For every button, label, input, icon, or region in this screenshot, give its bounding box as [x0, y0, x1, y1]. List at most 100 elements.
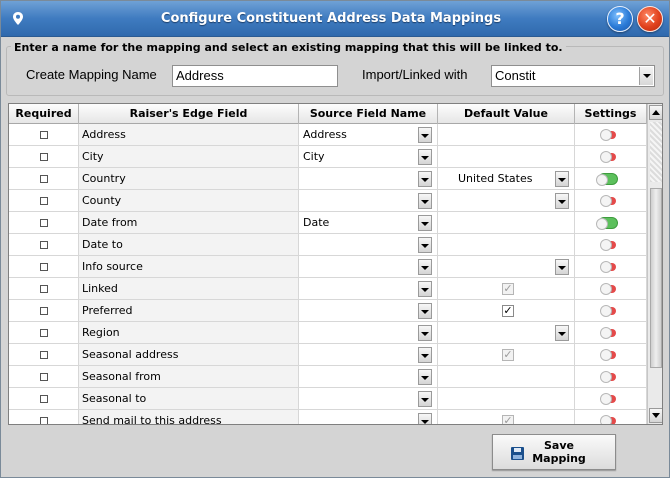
- settings-toggle-icon[interactable]: [600, 415, 616, 424]
- chevron-down-icon[interactable]: [555, 193, 569, 209]
- source-field-select[interactable]: [299, 366, 438, 388]
- required-checkbox[interactable]: [40, 351, 48, 359]
- close-icon[interactable]: ✕: [637, 6, 663, 32]
- source-field-select[interactable]: City: [299, 146, 438, 168]
- scroll-up-icon[interactable]: [649, 105, 662, 120]
- default-value-checkbox[interactable]: ✓: [502, 305, 514, 317]
- chevron-down-icon[interactable]: [418, 413, 432, 424]
- source-field-select[interactable]: [299, 234, 438, 256]
- source-field-select[interactable]: [299, 388, 438, 410]
- chevron-down-icon[interactable]: [555, 325, 569, 341]
- chevron-down-icon[interactable]: [418, 171, 432, 187]
- settings-toggle-icon[interactable]: [600, 349, 616, 361]
- required-checkbox[interactable]: [40, 175, 48, 183]
- settings-toggle-icon[interactable]: [600, 261, 616, 273]
- column-header-default[interactable]: Default Value: [438, 104, 575, 124]
- required-checkbox[interactable]: [40, 263, 48, 271]
- required-cell: [9, 168, 79, 190]
- source-field-select[interactable]: Address: [299, 124, 438, 146]
- settings-toggle-icon[interactable]: [600, 305, 616, 317]
- chevron-down-icon[interactable]: [639, 67, 653, 85]
- required-checkbox[interactable]: [40, 373, 48, 381]
- chevron-down-icon[interactable]: [418, 193, 432, 209]
- required-checkbox[interactable]: [40, 153, 48, 161]
- raisers-edge-field-cell: Region: [79, 322, 299, 344]
- required-checkbox[interactable]: [40, 197, 48, 205]
- default-value-cell[interactable]: ✓: [438, 278, 575, 300]
- required-checkbox[interactable]: [40, 285, 48, 293]
- source-field-value: City: [303, 150, 325, 163]
- column-header-required[interactable]: Required: [9, 104, 79, 124]
- chevron-down-icon[interactable]: [418, 281, 432, 297]
- source-field-select[interactable]: [299, 256, 438, 278]
- column-header-field[interactable]: Raiser's Edge Field: [79, 104, 299, 124]
- settings-toggle-icon[interactable]: [600, 239, 616, 251]
- default-value-cell[interactable]: ✓: [438, 344, 575, 366]
- settings-toggle-icon[interactable]: [600, 283, 616, 295]
- default-value-checkbox[interactable]: ✓: [502, 283, 514, 295]
- settings-toggle-icon[interactable]: [600, 129, 616, 141]
- required-checkbox[interactable]: [40, 417, 48, 424]
- settings-toggle-icon[interactable]: [600, 371, 616, 383]
- source-field-select[interactable]: [299, 344, 438, 366]
- source-field-select[interactable]: Date: [299, 212, 438, 234]
- chevron-down-icon[interactable]: [418, 237, 432, 253]
- source-field-select[interactable]: [299, 190, 438, 212]
- required-cell: [9, 300, 79, 322]
- settings-toggle-icon[interactable]: [596, 217, 618, 230]
- default-value-checkbox[interactable]: ✓: [502, 415, 514, 424]
- source-field-select[interactable]: [299, 410, 438, 424]
- column-header-settings[interactable]: Settings: [575, 104, 647, 124]
- chevron-down-icon[interactable]: [555, 171, 569, 187]
- chevron-down-icon[interactable]: [418, 303, 432, 319]
- default-value-cell[interactable]: [438, 256, 575, 278]
- settings-toggle-icon[interactable]: [600, 151, 616, 163]
- chevron-down-icon[interactable]: [418, 325, 432, 341]
- chevron-down-icon[interactable]: [555, 259, 569, 275]
- default-value-cell[interactable]: ✓: [438, 410, 575, 424]
- settings-toggle-icon[interactable]: [600, 195, 616, 207]
- field-mapping-grid: Required Raiser's Edge Field Source Fiel…: [8, 103, 663, 425]
- save-mapping-button[interactable]: Save Mapping: [492, 434, 616, 470]
- raisers-edge-field-cell: Send mail to this address: [79, 410, 299, 424]
- required-checkbox[interactable]: [40, 241, 48, 249]
- settings-toggle-icon[interactable]: [600, 327, 616, 339]
- required-checkbox[interactable]: [40, 395, 48, 403]
- create-mapping-name-input[interactable]: Address: [172, 65, 338, 87]
- chevron-down-icon[interactable]: [418, 259, 432, 275]
- source-field-select[interactable]: [299, 278, 438, 300]
- source-field-select[interactable]: [299, 168, 438, 190]
- default-value-cell: [438, 212, 575, 234]
- help-icon[interactable]: ?: [607, 6, 633, 32]
- vertical-scrollbar[interactable]: [647, 104, 662, 424]
- default-value-checkbox[interactable]: ✓: [502, 349, 514, 361]
- default-value-cell[interactable]: United States: [438, 168, 575, 190]
- settings-toggle-icon[interactable]: [596, 173, 618, 186]
- settings-cell: [575, 322, 647, 344]
- scroll-down-icon[interactable]: [649, 408, 662, 423]
- scroll-thumb[interactable]: [650, 188, 662, 368]
- linked-with-select[interactable]: Constit: [491, 65, 655, 87]
- column-header-source[interactable]: Source Field Name: [299, 104, 438, 124]
- raisers-edge-field-cell: Address: [79, 124, 299, 146]
- scroll-track[interactable]: [650, 122, 662, 182]
- required-cell: [9, 388, 79, 410]
- required-checkbox[interactable]: [40, 219, 48, 227]
- default-value-cell[interactable]: ✓: [438, 300, 575, 322]
- chevron-down-icon[interactable]: [418, 127, 432, 143]
- required-cell: [9, 256, 79, 278]
- chevron-down-icon[interactable]: [418, 369, 432, 385]
- settings-toggle-icon[interactable]: [600, 393, 616, 405]
- chevron-down-icon[interactable]: [418, 149, 432, 165]
- required-checkbox[interactable]: [40, 131, 48, 139]
- source-field-select[interactable]: [299, 300, 438, 322]
- chevron-down-icon[interactable]: [418, 347, 432, 363]
- mapping-instruction: Enter a name for the mapping and select …: [11, 41, 566, 54]
- default-value-cell[interactable]: [438, 190, 575, 212]
- chevron-down-icon[interactable]: [418, 391, 432, 407]
- required-checkbox[interactable]: [40, 329, 48, 337]
- required-checkbox[interactable]: [40, 307, 48, 315]
- source-field-select[interactable]: [299, 322, 438, 344]
- chevron-down-icon[interactable]: [418, 215, 432, 231]
- default-value-cell[interactable]: [438, 322, 575, 344]
